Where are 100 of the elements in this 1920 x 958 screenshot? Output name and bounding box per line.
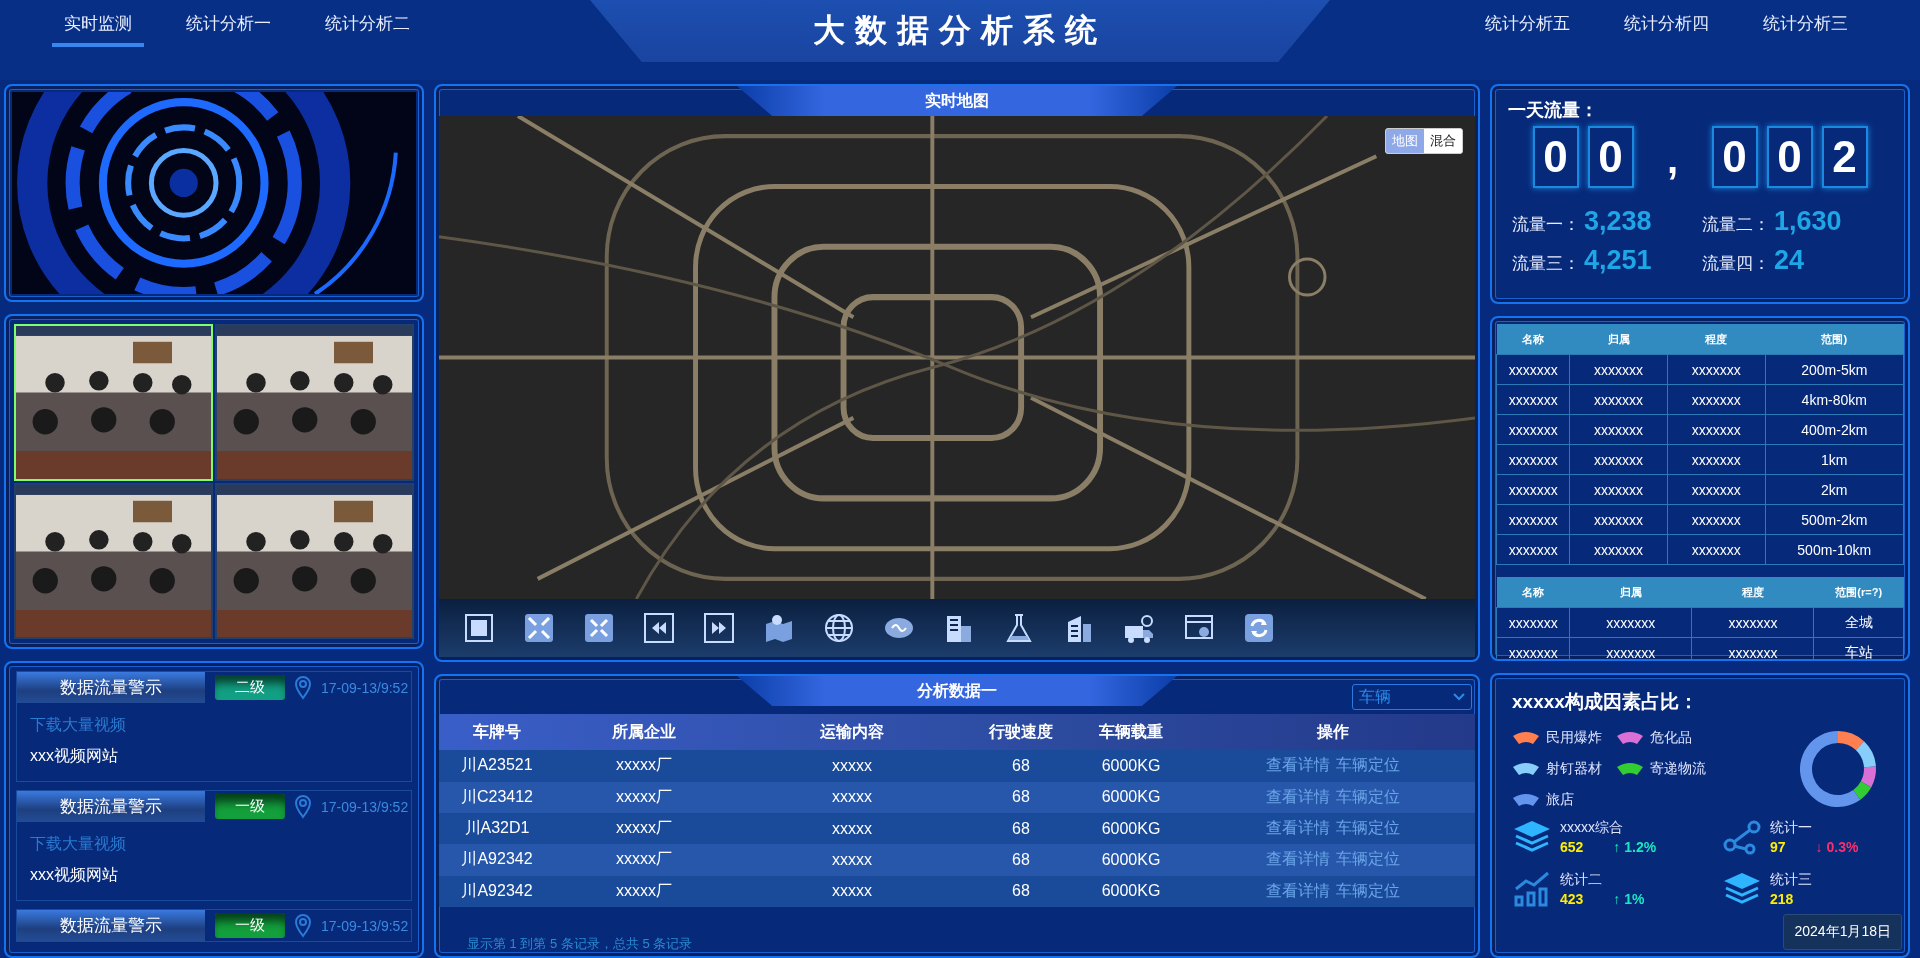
column-header: 运输内容 (819, 721, 885, 742)
map-type-button[interactable]: 地图 (1386, 129, 1424, 153)
table-cell: 1km (1765, 444, 1904, 475)
chart-title: xxxxx构成因素占比： (1512, 690, 1699, 714)
table-cell: 500m-2km (1765, 504, 1904, 535)
action-link[interactable]: 车辆定位 (1336, 818, 1400, 840)
stat-value: 97 (1770, 839, 1786, 855)
table-cell-text: xxxxx (831, 850, 873, 869)
table-cell: xxxxxxx (1496, 354, 1570, 385)
site-name: xxx视频网站 (30, 865, 119, 885)
stat-value: 1,630 (1774, 206, 1842, 237)
stat-value: 423 (1560, 891, 1584, 907)
column-header: 范围(r=?) (1813, 577, 1904, 608)
alert-time: 17-09-13/9:52 (321, 679, 409, 696)
location-pin-icon (295, 794, 311, 819)
nav-tab[interactable]: 统计分析一 (174, 8, 283, 47)
expand-icon[interactable] (523, 612, 555, 644)
table-cell: xxxxxxx (1667, 354, 1766, 385)
alert-time: 17-09-13/9:52 (321, 917, 409, 934)
table-cell-text: 6000KG (1100, 882, 1162, 901)
trend-value: ↑ 1.2% (1613, 839, 1657, 855)
rewind-icon[interactable] (643, 612, 675, 644)
legend-label[interactable]: 旅店 (1546, 790, 1574, 809)
table-cell-text: 6000KG (1100, 819, 1162, 838)
nav-tab[interactable]: 统计分析四 (1612, 8, 1721, 47)
column-header: 车牌号 (472, 721, 522, 742)
stat-label: 统计三 (1770, 871, 1812, 889)
nav-tab[interactable]: 统计分析五 (1473, 8, 1582, 47)
legend-label[interactable]: 民用爆炸 (1546, 729, 1602, 748)
globe-icon[interactable] (823, 612, 855, 644)
action-link[interactable]: 车辆定位 (1336, 849, 1400, 871)
table-cell-text: 川A32D1 (463, 818, 531, 839)
table-cell: xxxxxxx (1667, 444, 1766, 475)
stat-value: 652 (1560, 839, 1584, 855)
nav-tab[interactable]: 统计分析三 (1751, 8, 1860, 47)
stat-label: 流量四： (1702, 253, 1770, 275)
table-cell: 400m-2km (1765, 414, 1904, 445)
action-link[interactable]: 车辆定位 (1336, 755, 1400, 777)
action-link[interactable]: 查看详情 (1266, 786, 1330, 808)
panel-title: 实时地图 (737, 86, 1177, 116)
app-title: 大数据分析系统 (590, 0, 1330, 62)
table-cell: 200m-5km (1765, 354, 1904, 385)
counter-separator: , (1665, 136, 1680, 183)
location-pin-icon (295, 913, 311, 938)
stat-value: 24 (1774, 245, 1805, 276)
map-icon[interactable] (763, 612, 795, 644)
column-header: 名称 (1496, 577, 1570, 608)
site-name: xxx视频网站 (30, 746, 119, 766)
legend-label[interactable]: 寄递物流 (1650, 760, 1706, 778)
counter-digit: 0 (1532, 126, 1579, 188)
chart-icon (1512, 871, 1552, 907)
table-cell: xxxxxxx (1496, 637, 1570, 659)
collapse-icon[interactable] (583, 612, 615, 644)
fullscreen-icon[interactable] (463, 612, 495, 644)
table-cell: 全城 (1813, 607, 1904, 638)
flow-title: 一天流量： (1508, 99, 1599, 122)
truck-search-icon[interactable] (1123, 612, 1155, 644)
stat-value: 4,251 (1584, 245, 1652, 276)
date-tooltip: 2024年1月18日 (1783, 914, 1902, 950)
alert-time: 17-09-13/9:52 (321, 798, 409, 815)
refresh-icon[interactable] (1243, 612, 1275, 644)
table-cell-text: 6000KG (1100, 850, 1162, 869)
counter-digit: 0 (1766, 126, 1813, 188)
action-link[interactable]: 查看详情 (1266, 818, 1330, 840)
alert-title: 数据流量警示 (17, 910, 205, 941)
table-cell: xxxxxxx (1667, 474, 1766, 505)
legend-label[interactable]: 危化品 (1650, 729, 1692, 748)
stat-label: 统计一 (1770, 819, 1813, 837)
pagination-info: 显示第 1 到第 5 条记录，总共 5 条记录 (467, 934, 694, 953)
action-link[interactable]: 查看详情 (1266, 880, 1330, 902)
filter-dropdown[interactable]: 车辆 (1352, 684, 1472, 710)
table-cell: xxxxxxx (1667, 534, 1766, 565)
column-header: 所属企业 (611, 721, 677, 742)
legend-label[interactable]: 射钉器材 (1546, 760, 1602, 778)
column-header: 名称 (1496, 324, 1570, 355)
table-cell-text: xxxxx厂 (615, 818, 673, 839)
download-link[interactable]: 下载大量视频 (30, 834, 126, 855)
table-cell-text: xxxxx (831, 788, 873, 807)
action-link[interactable]: 车辆定位 (1336, 880, 1400, 902)
action-link[interactable]: 车辆定位 (1336, 786, 1400, 808)
alert-title: 数据流量警示 (17, 791, 205, 822)
stat-label: 统计二 (1560, 871, 1603, 889)
action-link[interactable]: 查看详情 (1266, 849, 1330, 871)
table-cell: xxxxxxx (1569, 444, 1668, 475)
table-cell-text: xxxxx (831, 819, 873, 838)
table-cell: 2km (1765, 474, 1904, 505)
column-header: 范围) (1765, 324, 1904, 355)
nav-tab[interactable]: 统计分析二 (313, 8, 422, 47)
location-pin-icon (295, 675, 311, 700)
nav-tab[interactable]: 实时监测 (52, 8, 144, 47)
level-badge: 二级 (215, 675, 285, 700)
fast-forward-icon[interactable] (703, 612, 735, 644)
table-cell-text: 川A23521 (460, 755, 534, 776)
level-badge: 一级 (215, 913, 285, 938)
level-badge: 一级 (215, 794, 285, 819)
action-link[interactable]: 查看详情 (1266, 755, 1330, 777)
table-cell: xxxxxxx (1496, 474, 1570, 505)
table-cell-text: 68 (1011, 756, 1031, 775)
table-cell: xxxxxxx (1569, 504, 1668, 535)
download-link[interactable]: 下载大量视频 (30, 715, 126, 736)
